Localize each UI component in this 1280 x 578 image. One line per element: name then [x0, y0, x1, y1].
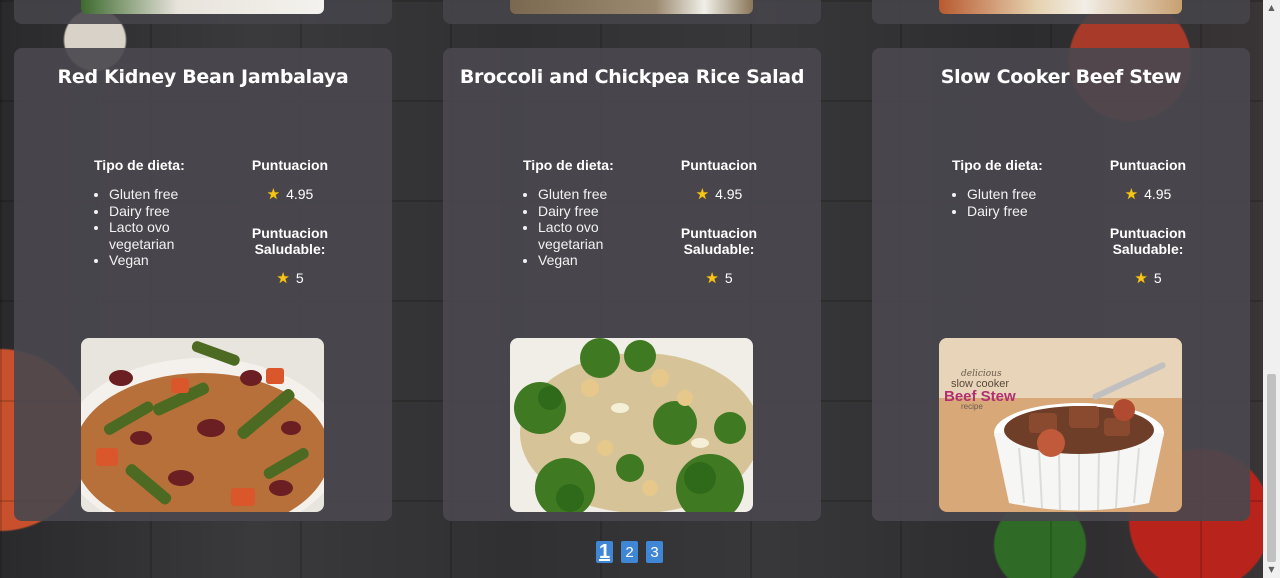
diet-list: Gluten free Dairy free Lacto ovo vegetar… — [523, 186, 653, 269]
score-section: Puntuacion ★ 4.95 Puntuacion Saludable: … — [1098, 157, 1198, 287]
diet-section: Tipo de dieta: Gluten free Dairy free — [952, 157, 1082, 219]
chevron-up-icon[interactable]: ▲ — [1263, 0, 1280, 16]
star-icon: ★ — [695, 186, 710, 203]
star-icon: ★ — [705, 270, 719, 287]
health-score-value: 5 — [1153, 270, 1162, 286]
recipe-title: Broccoli and Chickpea Rice Salad — [459, 66, 805, 88]
recipe-title: Red Kidney Bean Jambalaya — [57, 66, 349, 88]
diet-item: Dairy free — [109, 203, 224, 220]
scrollbar-thumb[interactable] — [1267, 374, 1276, 562]
diet-item: Gluten free — [538, 186, 653, 203]
diet-section: Tipo de dieta: Gluten free Dairy free La… — [523, 157, 653, 269]
image-text-line4: recipe — [961, 402, 983, 411]
recipe-card[interactable]: Slow Cooker Beef Stew Tipo de dieta: Glu… — [872, 48, 1250, 521]
diet-item: Lacto ovo vegetarian — [538, 219, 653, 252]
score-row: ★ 4.95 — [240, 185, 340, 203]
diet-item: Gluten free — [109, 186, 224, 203]
recipe-title: Slow Cooker Beef Stew — [940, 66, 1182, 88]
star-icon: ★ — [1134, 270, 1148, 287]
diet-item: Dairy free — [538, 203, 653, 220]
health-score-label: Puntuacion Saludable: — [1109, 225, 1187, 257]
previous-card-3 — [872, 0, 1250, 24]
health-score-value: 5 — [295, 270, 304, 286]
diet-label: Tipo de dieta: — [952, 157, 1043, 173]
diet-item: Lacto ovo vegetarian — [109, 219, 224, 252]
score-value: 4.95 — [286, 186, 314, 202]
diet-section: Tipo de dieta: Gluten free Dairy free La… — [94, 157, 224, 269]
diet-item: Dairy free — [967, 203, 1082, 220]
chevron-down-icon[interactable]: ▼ — [1263, 562, 1280, 578]
star-icon: ★ — [266, 186, 281, 203]
page-button-2[interactable]: 2 — [621, 541, 638, 563]
pagination: 1 2 3 — [596, 541, 663, 563]
beef-stew-photo: delicious slow cooker Beef Stew recipe — [939, 338, 1182, 512]
diet-label: Tipo de dieta: — [94, 157, 185, 173]
recipe-card[interactable]: Broccoli and Chickpea Rice Salad Tipo de… — [443, 48, 821, 521]
page-button-1[interactable]: 1 — [596, 541, 613, 563]
score-value: 4.95 — [1144, 186, 1172, 202]
previous-card-2 — [443, 0, 821, 24]
recipe-image[interactable] — [510, 338, 753, 512]
health-score-row: ★ 5 — [1098, 269, 1198, 287]
health-score-label: Puntuacion Saludable: — [680, 225, 758, 257]
previous-card-image — [939, 0, 1182, 14]
score-row: ★ 4.95 — [669, 185, 769, 203]
score-label: Puntuacion — [680, 157, 758, 173]
recipe-card[interactable]: Red Kidney Bean Jambalaya Tipo de dieta:… — [14, 48, 392, 521]
score-value: 4.95 — [715, 186, 743, 202]
score-label: Puntuacion — [251, 157, 329, 173]
health-score-label: Puntuacion Saludable: — [251, 225, 329, 257]
previous-card-image — [81, 0, 324, 14]
health-score-value: 5 — [724, 270, 733, 286]
diet-list: Gluten free Dairy free Lacto ovo vegetar… — [94, 186, 224, 269]
star-icon: ★ — [1124, 186, 1139, 203]
diet-item: Vegan — [109, 252, 224, 269]
jambalaya-photo — [81, 338, 324, 512]
star-icon: ★ — [276, 270, 290, 287]
diet-list: Gluten free Dairy free — [952, 186, 1082, 219]
score-label: Puntuacion — [1109, 157, 1187, 173]
health-score-row: ★ 5 — [669, 269, 769, 287]
diet-label: Tipo de dieta: — [523, 157, 614, 173]
previous-card-1 — [14, 0, 392, 24]
health-score-row: ★ 5 — [240, 269, 340, 287]
diet-item: Vegan — [538, 252, 653, 269]
score-section: Puntuacion ★ 4.95 Puntuacion Saludable: … — [240, 157, 340, 287]
score-section: Puntuacion ★ 4.95 Puntuacion Saludable: … — [669, 157, 769, 287]
page-button-3[interactable]: 3 — [646, 541, 663, 563]
score-row: ★ 4.95 — [1098, 185, 1198, 203]
vertical-scrollbar[interactable]: ▲ ▼ — [1263, 0, 1280, 578]
diet-item: Gluten free — [967, 186, 1082, 203]
broccoli-salad-photo — [510, 338, 753, 512]
recipe-image[interactable]: delicious slow cooker Beef Stew recipe — [939, 338, 1182, 512]
recipe-image[interactable] — [81, 338, 324, 512]
previous-card-image — [510, 0, 753, 14]
